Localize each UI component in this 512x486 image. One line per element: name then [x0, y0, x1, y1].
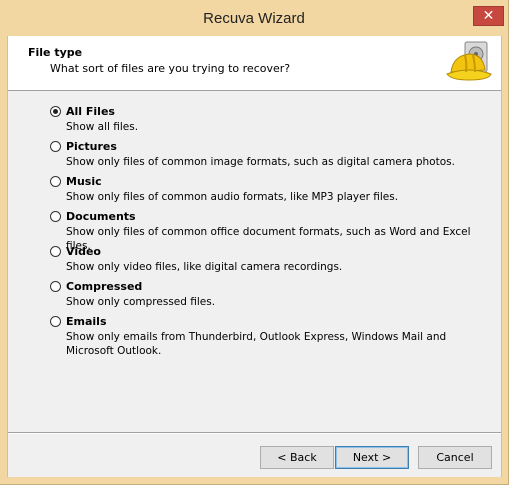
option-description: Show only emails from Thunderbird, Outlo… [66, 331, 447, 357]
option-label: Documents [66, 210, 136, 223]
option-label: All Files [66, 105, 115, 118]
close-icon: ✕ [482, 8, 495, 24]
radio-music[interactable] [50, 176, 61, 187]
option-label: Compressed [66, 280, 143, 293]
option-compressed[interactable]: Compressed Show only compressed files. [50, 280, 490, 315]
option-description: Show only compressed files. [66, 296, 216, 308]
option-label: Pictures [66, 140, 117, 153]
page-title: File type [28, 46, 83, 59]
wizard-body: File type What sort of files are you try… [7, 36, 502, 477]
option-documents[interactable]: Documents Show only files of common offi… [50, 210, 490, 252]
footer-divider [8, 432, 501, 434]
option-label: Music [66, 175, 102, 188]
radio-emails[interactable] [50, 316, 61, 327]
page-subtitle: What sort of files are you trying to rec… [50, 62, 291, 75]
option-pictures[interactable]: Pictures Show only files of common image… [50, 140, 490, 175]
option-description: Show all files. [66, 121, 139, 133]
option-label: Video [66, 245, 101, 258]
title-bar[interactable]: Recuva Wizard ✕ [0, 0, 508, 36]
wizard-window: Recuva Wizard ✕ File type What sort of f… [0, 0, 509, 485]
close-button[interactable]: ✕ [473, 6, 504, 26]
option-emails[interactable]: Emails Show only emails from Thunderbird… [50, 315, 490, 357]
radio-pictures[interactable] [50, 141, 61, 152]
option-music[interactable]: Music Show only files of common audio fo… [50, 175, 490, 210]
window-title: Recuva Wizard [203, 10, 305, 27]
file-type-options: All Files Show all files. Pictures Show … [50, 105, 490, 357]
cancel-button[interactable]: Cancel [418, 446, 492, 469]
wizard-header: File type What sort of files are you try… [8, 36, 501, 91]
option-label: Emails [66, 315, 107, 328]
radio-all-files[interactable] [50, 106, 61, 117]
option-description: Show only files of common image formats,… [66, 156, 455, 168]
radio-compressed[interactable] [50, 281, 61, 292]
recuva-hardhat-icon [446, 41, 492, 81]
radio-documents[interactable] [50, 211, 61, 222]
radio-video[interactable] [50, 246, 61, 257]
option-description: Show only files of common audio formats,… [66, 191, 399, 203]
option-description: Show only video files, like digital came… [66, 261, 343, 273]
back-button[interactable]: < Back [260, 446, 334, 469]
next-button[interactable]: Next > [335, 446, 409, 469]
option-video[interactable]: Video Show only video files, like digita… [50, 245, 490, 280]
option-all-files[interactable]: All Files Show all files. [50, 105, 490, 140]
